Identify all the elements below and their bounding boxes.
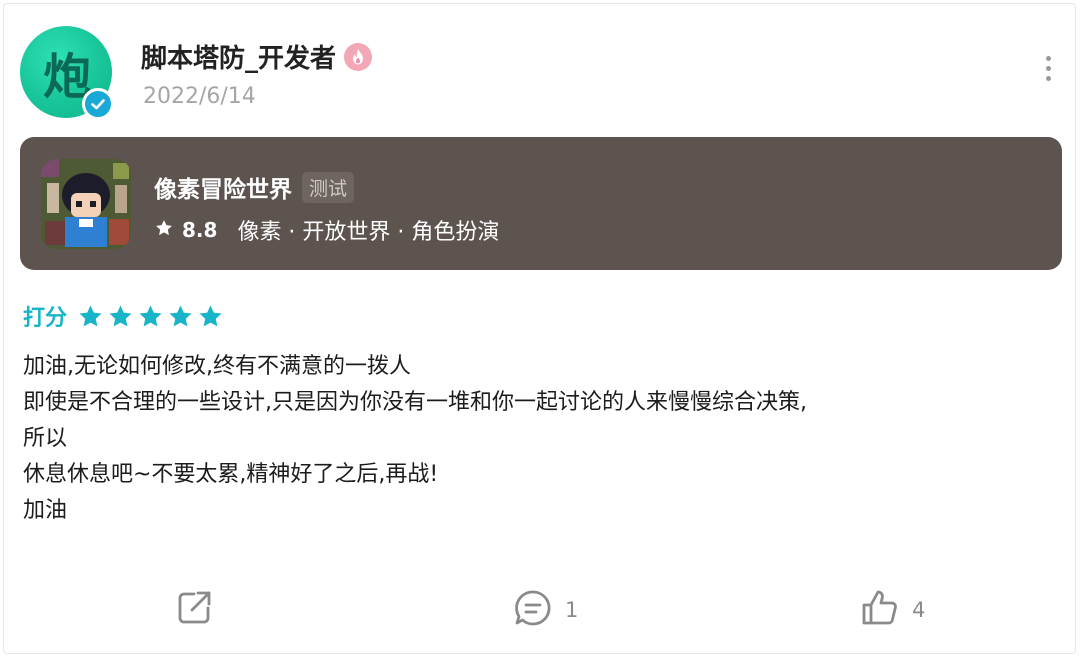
post-date: 2022/6/14 bbox=[143, 84, 256, 109]
rating-stars bbox=[77, 303, 224, 330]
game-title-row: 像素冒险世界 测试 bbox=[154, 170, 355, 204]
game-card[interactable]: 像素冒险世界 测试 8.8 像素 · 开放世界 · 角色扮演 bbox=[20, 137, 1062, 270]
game-name[interactable]: 像素冒险世界 bbox=[154, 170, 292, 204]
author-name[interactable]: 脚本塔防_开发者 bbox=[141, 38, 373, 75]
rating-label: 打分 bbox=[23, 306, 68, 331]
share-icon[interactable] bbox=[174, 588, 214, 633]
author-name-text[interactable]: 脚本塔防_开发者 bbox=[141, 38, 336, 75]
game-score: 8.8 bbox=[182, 218, 218, 242]
game-genres: 像素 · 开放世界 · 角色扮演 bbox=[237, 220, 500, 245]
comment-icon[interactable] bbox=[513, 588, 553, 633]
rating-row: 打分 bbox=[23, 300, 224, 332]
like-count: 4 bbox=[912, 598, 926, 622]
star-icon bbox=[79, 304, 102, 326]
avatar-text: 炮 bbox=[42, 49, 91, 105]
review-text: 加油,无论如何修改,终有不满意的一拨人 即使是不合理的一些设计,只是因为你没有一… bbox=[23, 354, 807, 523]
star-icon bbox=[139, 304, 162, 326]
verified-icon bbox=[82, 88, 114, 120]
like-button[interactable]: 4 bbox=[860, 590, 925, 630]
avatar[interactable]: 炮 bbox=[20, 26, 114, 120]
flame-badge-icon bbox=[344, 42, 373, 71]
comment-count: 1 bbox=[565, 598, 579, 622]
more-icon[interactable] bbox=[1034, 52, 1062, 84]
star-icon bbox=[199, 304, 222, 326]
share-button[interactable] bbox=[174, 590, 214, 630]
game-meta: 8.8 像素 · 开放世界 · 角色扮演 bbox=[154, 214, 499, 246]
review-card: 炮 脚本塔防_开发者 2022/6/14 像素冒险世界 测试 8.8 像素 · … bbox=[3, 3, 1076, 654]
like-icon[interactable] bbox=[860, 588, 900, 633]
test-tag: 测试 bbox=[302, 171, 355, 203]
star-icon bbox=[109, 304, 132, 326]
comment-button[interactable]: 1 bbox=[513, 590, 578, 630]
game-icon bbox=[41, 159, 131, 249]
star-icon bbox=[154, 218, 174, 242]
star-icon bbox=[169, 304, 192, 326]
